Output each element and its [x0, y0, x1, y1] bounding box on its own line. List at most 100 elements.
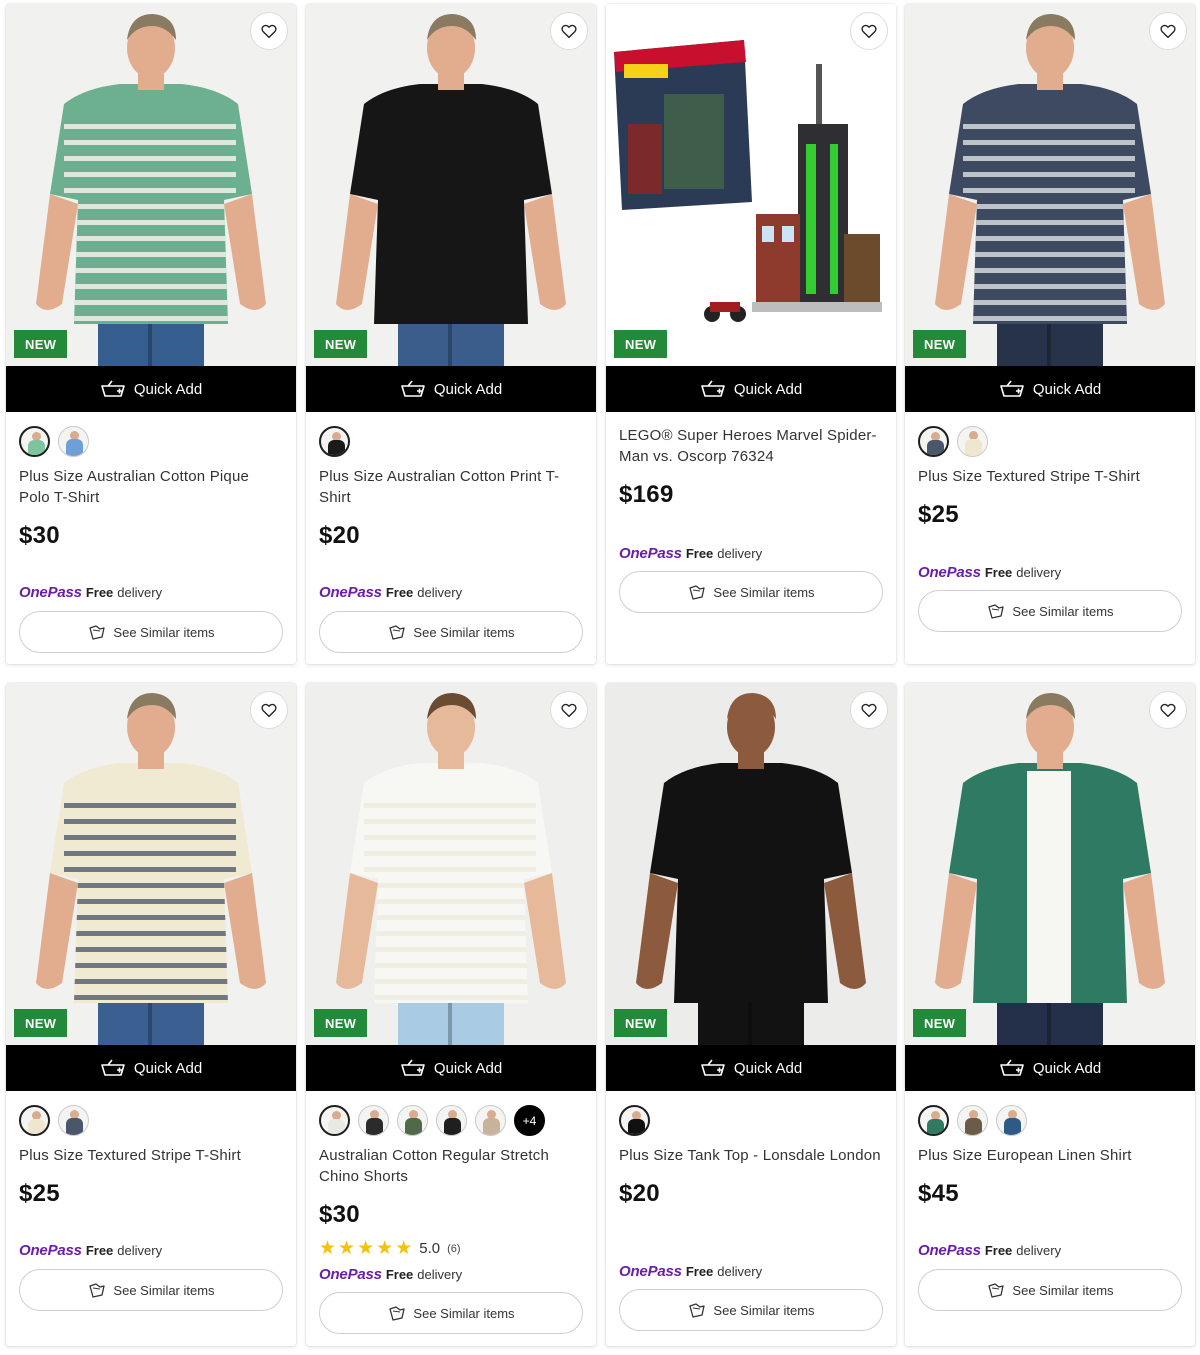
- color-swatch[interactable]: [996, 1105, 1027, 1136]
- quick-add-button[interactable]: Quick Add: [905, 366, 1195, 412]
- product-card[interactable]: NEW Quick Add Plus Size Textured Stripe …: [905, 4, 1195, 664]
- wishlist-heart-button[interactable]: [550, 12, 588, 50]
- quick-add-label: Quick Add: [1032, 380, 1102, 398]
- see-similar-button[interactable]: See Similar items: [19, 611, 283, 653]
- product-image[interactable]: [6, 4, 296, 366]
- quick-add-button[interactable]: Quick Add: [905, 1045, 1195, 1091]
- product-title[interactable]: Plus Size Textured Stripe T-Shirt: [918, 466, 1182, 487]
- similar-icon: [389, 625, 406, 640]
- product-card[interactable]: NEW Quick Add Plus Size Tank Top - Lonsd…: [606, 683, 896, 1346]
- see-similar-button[interactable]: See Similar items: [619, 571, 883, 613]
- product-card[interactable]: NEW Quick Add +4 Australian Cotton Regul…: [306, 683, 596, 1346]
- product-grid: NEW Quick Add Plus Size Australian Cotto…: [0, 0, 1200, 1355]
- star-icon: ★: [376, 1238, 394, 1259]
- product-image[interactable]: [306, 683, 596, 1045]
- color-swatch[interactable]: [918, 1105, 949, 1136]
- product-card[interactable]: NEW Quick Add LEGO® Super Heroes Marvel …: [606, 4, 896, 664]
- see-similar-button[interactable]: See Similar items: [319, 1292, 583, 1334]
- onepass-logo: OnePass: [19, 1242, 82, 1259]
- product-image[interactable]: [306, 4, 596, 366]
- wishlist-heart-button[interactable]: [850, 691, 888, 729]
- product-title[interactable]: Plus Size Australian Cotton Pique Polo T…: [19, 466, 283, 508]
- see-similar-button[interactable]: See Similar items: [918, 1269, 1182, 1311]
- color-swatch[interactable]: [319, 1105, 350, 1136]
- see-similar-button[interactable]: See Similar items: [918, 590, 1182, 632]
- quick-add-button[interactable]: Quick Add: [306, 1045, 596, 1091]
- color-swatch[interactable]: [957, 426, 988, 457]
- quick-add-button[interactable]: Quick Add: [6, 1045, 296, 1091]
- similar-icon: [988, 604, 1005, 619]
- wishlist-heart-button[interactable]: [250, 691, 288, 729]
- product-title[interactable]: Plus Size Australian Cotton Print T-Shir…: [319, 466, 583, 508]
- star-icon: ★: [357, 1238, 375, 1259]
- star-icon: ★: [395, 1238, 413, 1259]
- product-card[interactable]: NEW Quick Add Plus Size Textured Stripe …: [6, 683, 296, 1346]
- quick-add-button[interactable]: Quick Add: [606, 366, 896, 412]
- color-swatch[interactable]: [58, 1105, 89, 1136]
- product-title[interactable]: Plus Size Textured Stripe T-Shirt: [19, 1145, 283, 1166]
- more-swatches[interactable]: +4: [514, 1105, 545, 1136]
- onepass-logo: OnePass: [319, 1266, 382, 1283]
- quick-add-button[interactable]: Quick Add: [6, 366, 296, 412]
- quick-add-label: Quick Add: [733, 1059, 803, 1077]
- see-similar-label: See Similar items: [713, 1302, 815, 1318]
- product-image[interactable]: [606, 4, 896, 366]
- color-swatches: [19, 1105, 283, 1137]
- basket-icon: [401, 1059, 425, 1076]
- heart-icon: [861, 24, 877, 39]
- color-swatch[interactable]: [358, 1105, 389, 1136]
- quick-add-label: Quick Add: [433, 380, 503, 398]
- heart-icon: [861, 703, 877, 718]
- see-similar-button[interactable]: See Similar items: [619, 1289, 883, 1331]
- wishlist-heart-button[interactable]: [250, 12, 288, 50]
- onepass-logo: OnePass: [918, 1242, 981, 1259]
- wishlist-heart-button[interactable]: [550, 691, 588, 729]
- color-swatch[interactable]: [19, 426, 50, 457]
- heart-icon: [1160, 703, 1176, 718]
- product-title[interactable]: Plus Size European Linen Shirt: [918, 1145, 1182, 1166]
- onepass-free-label: Free: [685, 546, 714, 561]
- product-title[interactable]: LEGO® Super Heroes Marvel Spider-Man vs.…: [619, 425, 883, 467]
- quick-add-label: Quick Add: [133, 380, 203, 398]
- product-image[interactable]: [905, 683, 1195, 1045]
- onepass-delivery: OnePass Free delivery: [319, 584, 462, 601]
- wishlist-heart-button[interactable]: [850, 12, 888, 50]
- basket-icon: [701, 1059, 725, 1076]
- see-similar-button[interactable]: See Similar items: [319, 611, 583, 653]
- product-card[interactable]: NEW Quick Add Plus Size European Linen S…: [905, 683, 1195, 1346]
- color-swatch[interactable]: [957, 1105, 988, 1136]
- rating[interactable]: ★ ★ ★ ★ ★ 5.0 (6): [319, 1239, 583, 1258]
- product-price: $30: [319, 1201, 360, 1228]
- onepass-delivery-label: delivery: [117, 1243, 163, 1258]
- product-image[interactable]: [606, 683, 896, 1045]
- heart-icon: [1160, 24, 1176, 39]
- color-swatch[interactable]: [19, 1105, 50, 1136]
- product-title[interactable]: Australian Cotton Regular Stretch Chino …: [319, 1145, 583, 1187]
- onepass-delivery: OnePass Free delivery: [619, 1263, 762, 1280]
- color-swatches: [19, 426, 283, 458]
- product-image[interactable]: [6, 683, 296, 1045]
- product-card[interactable]: NEW Quick Add Plus Size Australian Cotto…: [6, 4, 296, 664]
- color-swatch[interactable]: [918, 426, 949, 457]
- product-title[interactable]: Plus Size Tank Top - Lonsdale London: [619, 1145, 883, 1166]
- wishlist-heart-button[interactable]: [1149, 12, 1187, 50]
- product-card[interactable]: NEW Quick Add Plus Size Australian Cotto…: [306, 4, 596, 664]
- see-similar-button[interactable]: See Similar items: [19, 1269, 283, 1311]
- onepass-logo: OnePass: [619, 545, 682, 562]
- quick-add-button[interactable]: Quick Add: [306, 366, 596, 412]
- color-swatch[interactable]: [475, 1105, 506, 1136]
- quick-add-button[interactable]: Quick Add: [606, 1045, 896, 1091]
- color-swatch[interactable]: [319, 426, 350, 457]
- color-swatch[interactable]: [58, 426, 89, 457]
- product-image[interactable]: [905, 4, 1195, 366]
- color-swatch[interactable]: [619, 1105, 650, 1136]
- color-swatch[interactable]: [397, 1105, 428, 1136]
- product-price: $20: [319, 522, 360, 549]
- color-swatch[interactable]: [436, 1105, 467, 1136]
- onepass-delivery-label: delivery: [717, 546, 763, 561]
- rating-count: (6): [447, 1242, 461, 1255]
- heart-icon: [561, 703, 577, 718]
- similar-icon: [689, 585, 706, 600]
- similar-icon: [89, 625, 106, 640]
- wishlist-heart-button[interactable]: [1149, 691, 1187, 729]
